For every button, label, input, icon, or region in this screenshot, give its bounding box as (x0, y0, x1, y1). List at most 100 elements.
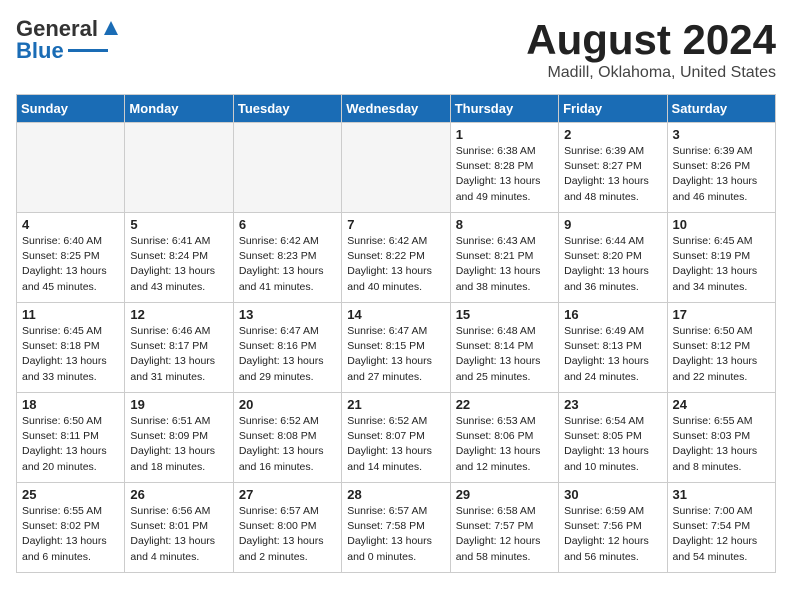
day-info: Sunrise: 6:50 AM Sunset: 8:11 PM Dayligh… (22, 414, 119, 475)
day-cell-27: 27 Sunrise: 6:57 AM Sunset: 8:00 PM Dayli… (233, 483, 341, 573)
week-row-5: 25Sunrise: 6:55 AM Sunset: 8:02 PM Dayli… (17, 483, 776, 573)
day-cell-21: 21 Sunrise: 6:52 AM Sunset: 8:07 PM Dayli… (342, 393, 450, 483)
day-number: 24 (673, 397, 770, 412)
day-info: Sunrise: 6:50 AM Sunset: 8:12 PM Dayligh… (673, 324, 770, 385)
day-cell-22: 22 Sunrise: 6:53 AM Sunset: 8:06 PM Dayli… (450, 393, 558, 483)
weekday-header-saturday: Saturday (667, 95, 775, 123)
calendar-subtitle: Madill, Oklahoma, United States (526, 64, 776, 82)
empty-cell (17, 123, 125, 213)
day-number: 16 (564, 307, 661, 322)
day-cell-24: 24 Sunrise: 6:55 AM Sunset: 8:03 PM Dayli… (667, 393, 775, 483)
day-cell-13: 13Sunrise: 6:47 AM Sunset: 8:16 PM Dayli… (233, 303, 341, 393)
day-number: 23 (564, 397, 661, 412)
day-cell-23: 23 Sunrise: 6:54 AM Sunset: 8:05 PM Dayli… (559, 393, 667, 483)
empty-cell (342, 123, 450, 213)
day-number: 8 (456, 217, 553, 232)
day-number: 18 (22, 397, 119, 412)
day-cell-10: 10Sunrise: 6:45 AM Sunset: 8:19 PM Dayli… (667, 213, 775, 303)
day-number: 22 (456, 397, 553, 412)
day-cell-7: 7 Sunrise: 6:42 AM Sunset: 8:22 PM Daylig… (342, 213, 450, 303)
day-number: 1 (456, 127, 553, 142)
day-number: 28 (347, 487, 444, 502)
day-info: Sunrise: 6:39 AM Sunset: 8:27 PM Dayligh… (564, 144, 661, 205)
day-info: Sunrise: 6:53 AM Sunset: 8:06 PM Dayligh… (456, 414, 553, 475)
day-number: 27 (239, 487, 336, 502)
day-info: Sunrise: 6:45 AM Sunset: 8:18 PM Dayligh… (22, 324, 119, 385)
day-info: Sunrise: 6:43 AM Sunset: 8:21 PM Dayligh… (456, 234, 553, 295)
logo-underline (68, 49, 108, 52)
calendar-title: August 2024 (526, 16, 776, 64)
day-number: 29 (456, 487, 553, 502)
weekday-header-tuesday: Tuesday (233, 95, 341, 123)
day-info: Sunrise: 6:40 AM Sunset: 8:25 PM Dayligh… (22, 234, 119, 295)
weekday-header-thursday: Thursday (450, 95, 558, 123)
logo-arrow-icon (100, 17, 122, 39)
day-info: Sunrise: 6:48 AM Sunset: 8:14 PM Dayligh… (456, 324, 553, 385)
day-number: 11 (22, 307, 119, 322)
day-cell-15: 15 Sunrise: 6:48 AM Sunset: 8:14 PM Dayli… (450, 303, 558, 393)
day-number: 13 (239, 307, 336, 322)
calendar-table: SundayMondayTuesdayWednesdayThursdayFrid… (16, 94, 776, 573)
day-info: Sunrise: 6:42 AM Sunset: 8:22 PM Dayligh… (347, 234, 444, 295)
day-info: Sunrise: 6:44 AM Sunset: 8:20 PM Dayligh… (564, 234, 661, 295)
day-number: 12 (130, 307, 227, 322)
day-cell-28: 28 Sunrise: 6:57 AM Sunset: 7:58 PM Dayli… (342, 483, 450, 573)
day-number: 9 (564, 217, 661, 232)
day-cell-4: 4 Sunrise: 6:40 AM Sunset: 8:25 PM Daylig… (17, 213, 125, 303)
logo: General Blue (16, 16, 122, 64)
day-info: Sunrise: 6:55 AM Sunset: 8:03 PM Dayligh… (673, 414, 770, 475)
day-number: 21 (347, 397, 444, 412)
day-info: Sunrise: 6:39 AM Sunset: 8:26 PM Dayligh… (673, 144, 770, 205)
day-number: 15 (456, 307, 553, 322)
day-info: Sunrise: 6:49 AM Sunset: 8:13 PM Dayligh… (564, 324, 661, 385)
day-cell-16: 16 Sunrise: 6:49 AM Sunset: 8:13 PM Dayli… (559, 303, 667, 393)
week-row-4: 18 Sunrise: 6:50 AM Sunset: 8:11 PM Dayli… (17, 393, 776, 483)
day-cell-20: 20Sunrise: 6:52 AM Sunset: 8:08 PM Dayli… (233, 393, 341, 483)
day-number: 17 (673, 307, 770, 322)
day-info: Sunrise: 6:55 AM Sunset: 8:02 PM Dayligh… (22, 504, 119, 565)
weekday-header-sunday: Sunday (17, 95, 125, 123)
day-info: Sunrise: 6:57 AM Sunset: 7:58 PM Dayligh… (347, 504, 444, 565)
day-cell-5: 5 Sunrise: 6:41 AM Sunset: 8:24 PM Daylig… (125, 213, 233, 303)
day-cell-30: 30Sunrise: 6:59 AM Sunset: 7:56 PM Dayli… (559, 483, 667, 573)
week-row-1: 1 Sunrise: 6:38 AM Sunset: 8:28 PM Daylig… (17, 123, 776, 213)
weekday-header-row: SundayMondayTuesdayWednesdayThursdayFrid… (17, 95, 776, 123)
day-number: 30 (564, 487, 661, 502)
empty-cell (125, 123, 233, 213)
day-cell-2: 2 Sunrise: 6:39 AM Sunset: 8:27 PM Daylig… (559, 123, 667, 213)
day-cell-29: 29Sunrise: 6:58 AM Sunset: 7:57 PM Dayli… (450, 483, 558, 573)
day-info: Sunrise: 6:47 AM Sunset: 8:15 PM Dayligh… (347, 324, 444, 385)
day-cell-3: 3 Sunrise: 6:39 AM Sunset: 8:26 PM Daylig… (667, 123, 775, 213)
day-info: Sunrise: 6:57 AM Sunset: 8:00 PM Dayligh… (239, 504, 336, 565)
day-info: Sunrise: 6:52 AM Sunset: 8:07 PM Dayligh… (347, 414, 444, 475)
day-info: Sunrise: 6:41 AM Sunset: 8:24 PM Dayligh… (130, 234, 227, 295)
day-cell-11: 11 Sunrise: 6:45 AM Sunset: 8:18 PM Dayli… (17, 303, 125, 393)
day-number: 5 (130, 217, 227, 232)
day-number: 3 (673, 127, 770, 142)
week-row-3: 11 Sunrise: 6:45 AM Sunset: 8:18 PM Dayli… (17, 303, 776, 393)
day-cell-8: 8 Sunrise: 6:43 AM Sunset: 8:21 PM Daylig… (450, 213, 558, 303)
day-cell-6: 6Sunrise: 6:42 AM Sunset: 8:23 PM Daylig… (233, 213, 341, 303)
day-number: 19 (130, 397, 227, 412)
page-header: General Blue August 2024 Madill, Oklahom… (16, 16, 776, 82)
day-number: 2 (564, 127, 661, 142)
day-cell-17: 17 Sunrise: 6:50 AM Sunset: 8:12 PM Dayli… (667, 303, 775, 393)
day-number: 7 (347, 217, 444, 232)
day-info: Sunrise: 6:51 AM Sunset: 8:09 PM Dayligh… (130, 414, 227, 475)
day-cell-12: 12Sunrise: 6:46 AM Sunset: 8:17 PM Dayli… (125, 303, 233, 393)
day-number: 20 (239, 397, 336, 412)
empty-cell (233, 123, 341, 213)
day-number: 6 (239, 217, 336, 232)
day-cell-19: 19 Sunrise: 6:51 AM Sunset: 8:09 PM Dayli… (125, 393, 233, 483)
day-info: Sunrise: 6:54 AM Sunset: 8:05 PM Dayligh… (564, 414, 661, 475)
day-info: Sunrise: 6:56 AM Sunset: 8:01 PM Dayligh… (130, 504, 227, 565)
day-cell-18: 18 Sunrise: 6:50 AM Sunset: 8:11 PM Dayli… (17, 393, 125, 483)
day-info: Sunrise: 6:45 AM Sunset: 8:19 PM Dayligh… (673, 234, 770, 295)
day-cell-14: 14Sunrise: 6:47 AM Sunset: 8:15 PM Dayli… (342, 303, 450, 393)
weekday-header-wednesday: Wednesday (342, 95, 450, 123)
day-number: 4 (22, 217, 119, 232)
day-info: Sunrise: 6:38 AM Sunset: 8:28 PM Dayligh… (456, 144, 553, 205)
weekday-header-friday: Friday (559, 95, 667, 123)
title-block: August 2024 Madill, Oklahoma, United Sta… (526, 16, 776, 82)
day-cell-26: 26Sunrise: 6:56 AM Sunset: 8:01 PM Dayli… (125, 483, 233, 573)
